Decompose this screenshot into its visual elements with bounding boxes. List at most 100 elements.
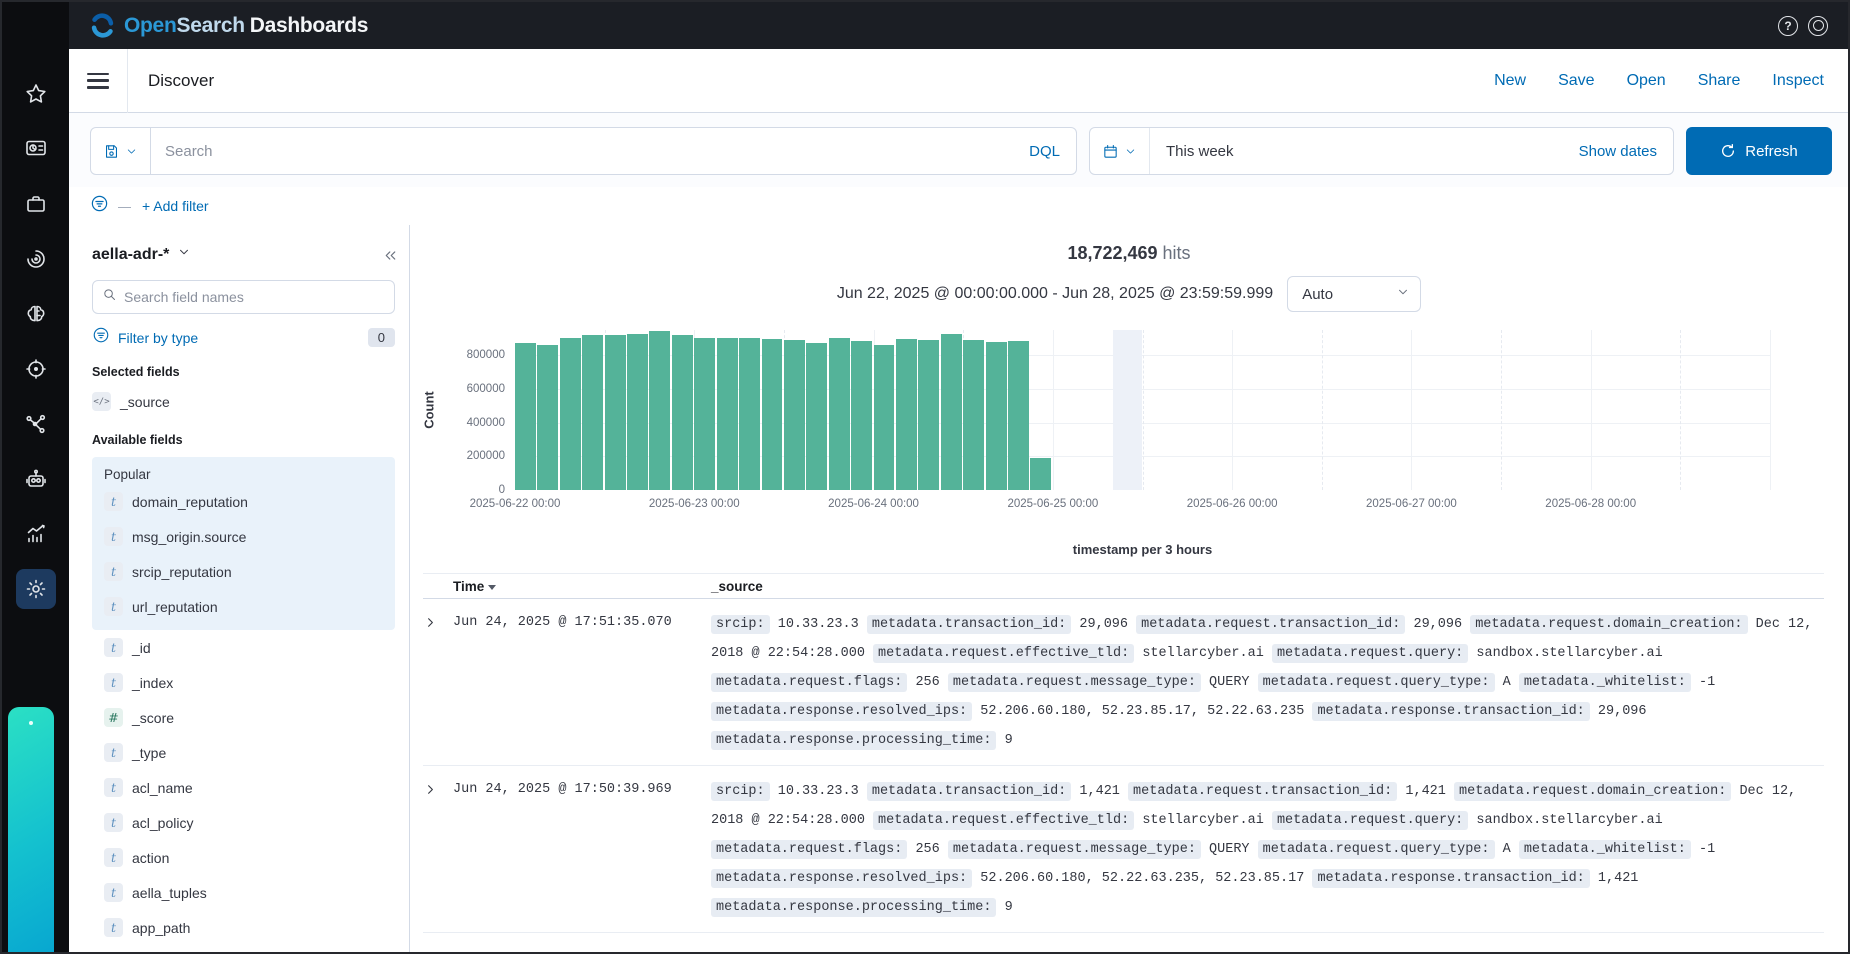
field-item-app_path[interactable]: tapp_path [104, 910, 395, 945]
histogram-bar[interactable] [672, 335, 693, 490]
nav-target-icon[interactable] [16, 349, 56, 389]
header-action-new[interactable]: New [1494, 72, 1526, 90]
filter-by-type[interactable]: Filter by type 0 [92, 326, 395, 349]
x-axis-tick: 2025-06-26 00:00 [1187, 498, 1278, 510]
histogram-bar[interactable] [963, 340, 984, 490]
nav-radar-icon[interactable] [16, 239, 56, 279]
histogram-bar[interactable] [941, 334, 962, 490]
filter-icon[interactable] [90, 194, 109, 218]
field-name: _index [132, 675, 173, 691]
histogram-bar[interactable] [986, 342, 1007, 490]
field-search-input[interactable] [117, 289, 385, 305]
header-action-share[interactable]: Share [1698, 72, 1741, 90]
logo-open: Open [124, 14, 176, 37]
index-pattern-selector[interactable]: aella-adr-* [92, 245, 395, 264]
histogram-bar[interactable] [806, 343, 827, 490]
nav-correlations-icon[interactable] [16, 404, 56, 444]
histogram-bar[interactable] [1008, 341, 1029, 490]
header-action-save[interactable]: Save [1558, 72, 1594, 90]
field-item-srcip_reputation[interactable]: tsrcip_reputation [104, 554, 395, 589]
field-item-action[interactable]: taction [104, 840, 395, 875]
opensearch-dashboards-app: OpenSearchDashboards ? Discover NewSaveO… [0, 0, 1850, 954]
nav-settings-icon[interactable] [16, 569, 56, 609]
field-type-number-icon: # [104, 708, 123, 727]
user-avatar-icon[interactable] [1808, 16, 1828, 36]
row-time-value: Jun 24, 2025 @ 17:50:39.969 [453, 777, 711, 922]
filter-icon [92, 326, 110, 349]
field-name: url_reputation [132, 599, 218, 615]
x-axis-tick: 2025-06-28 00:00 [1545, 498, 1636, 510]
field-type-string-icon: t [104, 673, 123, 692]
header-action-open[interactable]: Open [1627, 72, 1666, 90]
header-action-inspect[interactable]: Inspect [1772, 72, 1824, 90]
histogram-bar[interactable] [851, 341, 872, 490]
field-type-string-icon: t [104, 492, 123, 511]
expand-row-icon[interactable] [423, 777, 453, 922]
interval-select[interactable]: Auto [1287, 276, 1421, 312]
histogram-bar[interactable] [694, 338, 715, 490]
histogram-bar[interactable] [560, 338, 581, 490]
field-type-string-icon: t [104, 778, 123, 797]
histogram-bar[interactable] [1030, 458, 1051, 490]
hits-count: 18,722,469 [1067, 243, 1157, 263]
stellar-cyber-brand-bar[interactable] [8, 707, 54, 952]
menu-hamburger-icon[interactable] [87, 73, 109, 89]
quick-select-button[interactable] [1090, 128, 1150, 174]
histogram-bar[interactable] [582, 335, 603, 490]
doc-field-value: 1,421 [1598, 871, 1639, 886]
histogram-bar[interactable] [896, 339, 917, 490]
field-item-_source[interactable]: </>_source [92, 384, 395, 419]
field-item-_type[interactable]: t_type [104, 735, 395, 770]
add-filter-button[interactable]: + Add filter [142, 198, 209, 214]
doc-field-name: metadata.request.query_type: [1258, 673, 1495, 692]
help-icon[interactable]: ? [1778, 16, 1798, 36]
expand-row-icon[interactable] [423, 610, 453, 755]
histogram-bar[interactable] [784, 340, 805, 490]
field-item-_score[interactable]: #_score [104, 700, 395, 735]
nav-reports-icon[interactable] [16, 129, 56, 169]
histogram-bar[interactable] [739, 338, 760, 490]
refresh-button[interactable]: Refresh [1686, 127, 1832, 175]
nav-cases-icon[interactable] [16, 184, 56, 224]
field-item-url_reputation[interactable]: turl_reputation [104, 589, 395, 624]
row-time-value: Jun 24, 2025 @ 17:51:35.070 [453, 610, 711, 755]
histogram-bar[interactable] [762, 339, 783, 490]
histogram-bar[interactable] [918, 340, 939, 490]
field-item-_index[interactable]: t _index [104, 665, 395, 700]
collapse-sidebar-icon[interactable] [382, 247, 399, 269]
nav-assistant-robot-icon[interactable] [16, 459, 56, 499]
field-name: domain_reputation [132, 494, 248, 510]
opensearch-swirl-icon [89, 12, 116, 39]
filter-count-badge: 0 [368, 328, 395, 347]
field-item-msg_origin.source[interactable]: tmsg_origin.source [104, 519, 395, 554]
histogram-bar[interactable] [605, 335, 626, 490]
field-name: _id [132, 640, 151, 656]
time-column-header[interactable]: Time [453, 579, 711, 594]
page-title: Discover [148, 71, 214, 91]
histogram-bar[interactable] [515, 343, 536, 490]
histogram-bar[interactable] [649, 331, 670, 490]
histogram-bar[interactable] [829, 338, 850, 490]
histogram-bar[interactable] [627, 334, 648, 490]
doc-field-name: metadata.response.resolved_ips: [711, 702, 972, 721]
saved-queries-button[interactable] [91, 128, 151, 174]
field-name: action [132, 850, 169, 866]
field-item-aella_tuples[interactable]: taella_tuples [104, 875, 395, 910]
nav-analytics-icon[interactable] [16, 514, 56, 554]
time-range-value[interactable]: This week [1150, 143, 1234, 160]
nav-favorites-icon[interactable] [16, 74, 56, 114]
field-item-_id[interactable]: t_id [104, 630, 395, 665]
field-item-domain_reputation[interactable]: t domain_reputation [104, 484, 395, 519]
row-source-value: srcip: 10.33.23.3 metadata.transaction_i… [711, 610, 1824, 755]
field-item-acl_name[interactable]: tacl_name [104, 770, 395, 805]
nav-ml-brain-icon[interactable] [16, 294, 56, 334]
doc-field-name: metadata.response.resolved_ips: [711, 869, 972, 888]
histogram-bar[interactable] [537, 345, 558, 490]
histogram-bar[interactable] [717, 338, 738, 490]
show-dates-link[interactable]: Show dates [1579, 143, 1673, 160]
search-input[interactable] [151, 143, 1013, 160]
histogram-bar[interactable] [874, 345, 895, 490]
query-language-button[interactable]: DQL [1013, 143, 1076, 160]
field-name: srcip_reputation [132, 564, 232, 580]
field-item-acl_policy[interactable]: tacl_policy [104, 805, 395, 840]
